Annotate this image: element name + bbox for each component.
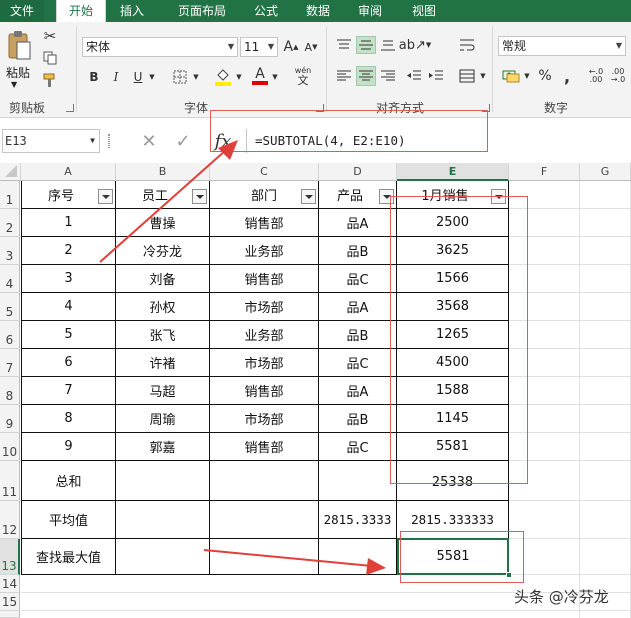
arrow-line (99, 149, 227, 263)
arrow-line (203, 549, 373, 567)
arrowhead-icon (366, 558, 386, 575)
watermark: 头条 @冷芬龙 (514, 588, 609, 606)
annotation-arrows (99, 140, 386, 575)
arrowhead-icon (218, 140, 238, 160)
